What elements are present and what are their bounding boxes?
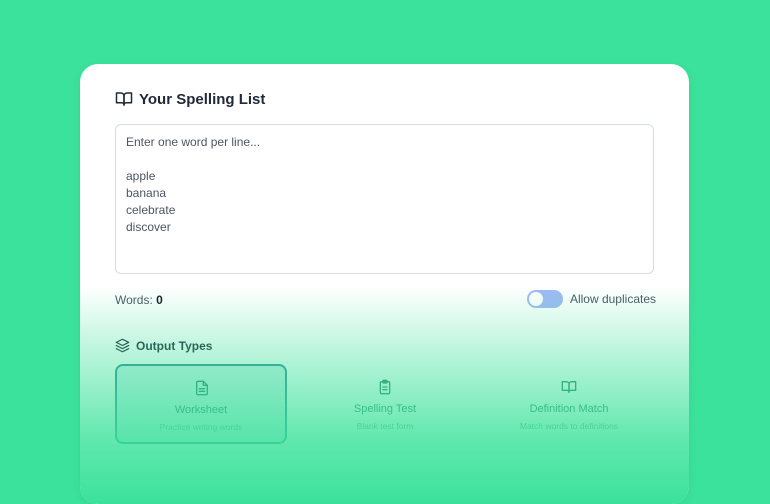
output-type-tile-partial	[115, 458, 287, 478]
book-open-icon	[115, 92, 133, 106]
output-type-label: Definition Match	[529, 403, 609, 415]
output-type-label: Spelling Test	[353, 403, 417, 415]
word-list-input[interactable]: Enter one word per line... apple banana …	[115, 124, 654, 274]
word-count-label: Words:	[115, 293, 153, 307]
word-count-value: 0	[156, 293, 163, 307]
word-line: banana	[126, 186, 167, 200]
output-types-title: Output Types	[136, 338, 213, 353]
output-type-worksheet[interactable]: Worksheet Practice writing words	[115, 364, 287, 444]
word-list-placeholder: Enter one word per line...	[126, 135, 261, 149]
output-type-definition-match[interactable]: Definition Match Match words to definiti…	[483, 364, 655, 444]
allow-duplicates-label: Allow duplicates	[569, 292, 656, 306]
output-type-label: Worksheet	[174, 404, 228, 416]
output-type-description: Match words to definitions	[519, 421, 619, 431]
output-type-description: Blank test form	[356, 421, 414, 431]
word-line: apple	[126, 169, 156, 183]
allow-duplicates-toggle[interactable]	[526, 290, 563, 308]
output-type-description: Practice writing words	[159, 422, 243, 432]
document-icon	[196, 380, 208, 396]
spelling-list-card: Your Spelling List Enter one word per li…	[80, 64, 689, 504]
output-type-spelling-test[interactable]: Spelling Test Blank test form	[299, 364, 471, 444]
word-count: Words: 0	[115, 293, 163, 307]
output-types-header: Output Types	[115, 338, 212, 353]
toggle-knob	[528, 292, 543, 306]
word-line: celebrate	[126, 203, 176, 217]
clipboard-icon	[379, 379, 391, 395]
card-header: Your Spelling List	[115, 90, 265, 108]
book-open-icon	[561, 381, 577, 393]
word-line: discover	[126, 220, 171, 234]
output-type-tile-partial	[299, 458, 471, 478]
allow-duplicates-control: Allow duplicates	[526, 290, 656, 308]
card-title: Your Spelling List	[139, 90, 266, 108]
layers-icon	[115, 338, 130, 353]
output-type-tile-partial	[483, 458, 655, 478]
